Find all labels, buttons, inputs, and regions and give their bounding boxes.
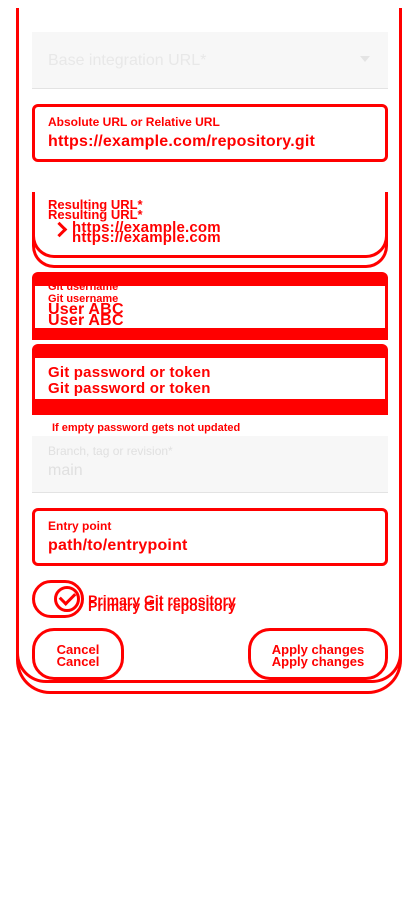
git-password-input[interactable]: Git password or token xyxy=(48,381,211,397)
resulting-url-field xyxy=(32,196,388,258)
entry-point-label: Entry point xyxy=(48,519,112,533)
cancel-button[interactable]: Cancel xyxy=(32,628,124,680)
absolute-url-input[interactable]: https://example.com/repository.git xyxy=(48,134,315,150)
username-right-edge xyxy=(385,286,388,328)
password-right-edge xyxy=(385,358,388,399)
password-top-bar xyxy=(32,344,388,358)
username-bottom-bar xyxy=(32,328,388,340)
primary-repo-label: Primary Git repository xyxy=(88,592,236,608)
username-top-bar xyxy=(32,272,388,286)
entry-point-input[interactable]: path/to/entrypoint xyxy=(48,538,188,554)
git-username-input[interactable]: User ABC xyxy=(48,313,124,329)
password-hint: If empty password gets not updated xyxy=(52,422,241,434)
apply-changes-button[interactable]: Apply changes xyxy=(248,628,388,680)
branch-input[interactable]: main xyxy=(48,462,83,480)
password-bottom-bar xyxy=(32,399,388,415)
absolute-url-label: Absolute URL or Relative URL xyxy=(48,115,220,129)
base-url-label: Base integration URL* xyxy=(48,52,207,69)
cancel-button-label: Cancel xyxy=(56,641,100,657)
resulting-url-label: Resulting URL* xyxy=(48,207,143,222)
apply-changes-button-label: Apply changes xyxy=(271,641,365,657)
git-username-label: Git username xyxy=(48,293,119,305)
chevron-down-icon[interactable] xyxy=(360,56,370,62)
branch-label: Branch, tag or revision* xyxy=(48,444,173,458)
resulting-url-value: https://example.com xyxy=(72,229,221,246)
password-left-edge xyxy=(32,358,35,399)
username-left-edge xyxy=(32,286,35,328)
